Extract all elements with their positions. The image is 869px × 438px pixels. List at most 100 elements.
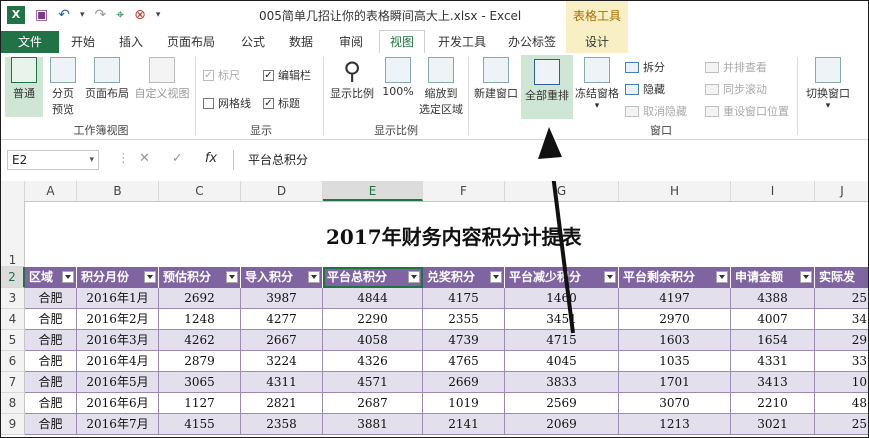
table-cell[interactable]: 29 [815, 330, 868, 351]
column-header-g[interactable]: G [505, 181, 619, 201]
table-header-cell[interactable]: 平台减少积分 [505, 267, 619, 288]
table-cell[interactable]: 3070 [619, 393, 731, 414]
arrange-all-button[interactable]: 全部重排 [521, 55, 573, 119]
table-cell[interactable]: 10 [815, 372, 868, 393]
tab-formulas[interactable]: 公式 [233, 31, 273, 53]
table-cell[interactable]: 合肥 [25, 288, 77, 309]
table-cell[interactable]: 1019 [423, 393, 505, 414]
name-box[interactable]: E2 ▾ [7, 150, 99, 170]
row-header-9[interactable]: 9 [1, 414, 25, 435]
row-header-4[interactable]: 4 [1, 309, 25, 330]
table-cell[interactable]: 2016年4月 [77, 351, 159, 372]
table-cell[interactable]: 3833 [505, 372, 619, 393]
undo-icon[interactable]: ↶ [58, 5, 70, 25]
table-cell[interactable]: 4007 [731, 309, 815, 330]
table-header-cell[interactable]: 导入积分 [241, 267, 323, 288]
row-header-6[interactable]: 6 [1, 351, 25, 372]
hide-button[interactable]: 隐藏 [625, 81, 665, 97]
table-cell[interactable]: 2355 [423, 309, 505, 330]
table-cell[interactable]: 4571 [323, 372, 423, 393]
formula-bar-checkbox[interactable]: ✓ 编辑栏 [263, 67, 311, 83]
table-cell[interactable]: 4844 [323, 288, 423, 309]
custom-views-button[interactable]: 自定义视图 [133, 57, 191, 117]
table-header-cell[interactable]: 预估积分 [159, 267, 241, 288]
filter-dropdown-icon[interactable] [226, 271, 238, 283]
table-cell[interactable]: 4326 [323, 351, 423, 372]
table-cell[interactable]: 4058 [323, 330, 423, 351]
table-cell[interactable]: 2569 [505, 393, 619, 414]
table-cell[interactable]: 4311 [241, 372, 323, 393]
filter-dropdown-icon[interactable] [308, 271, 320, 283]
table-cell[interactable]: 2016年6月 [77, 393, 159, 414]
page-break-preview-button[interactable]: 分页 预览 [45, 57, 81, 117]
column-header-c[interactable]: C [159, 181, 241, 201]
table-cell[interactable]: 合肥 [25, 372, 77, 393]
table-cell[interactable]: 4331 [731, 351, 815, 372]
table-cell[interactable]: 2821 [241, 393, 323, 414]
row-header-3[interactable]: 3 [1, 288, 25, 309]
table-cell[interactable]: 4765 [423, 351, 505, 372]
filter-dropdown-icon[interactable] [144, 271, 156, 283]
tab-insert[interactable]: 插入 [111, 31, 151, 53]
table-cell[interactable]: 2016年5月 [77, 372, 159, 393]
tab-file[interactable]: 文件 [1, 31, 59, 53]
clear-icon[interactable]: ⊗ [134, 5, 146, 25]
zoom-to-selection-button[interactable]: 缩放到 选定区域 [417, 57, 465, 117]
insert-function-icon[interactable]: fx [205, 151, 217, 166]
sync-scroll-button[interactable]: 同步滚动 [705, 81, 767, 97]
table-cell[interactable]: 4155 [159, 414, 241, 435]
zoom-100-button[interactable]: 100% [379, 57, 417, 117]
tab-view[interactable]: 视图 [379, 30, 425, 54]
tab-page-layout[interactable]: 页面布局 [159, 31, 223, 53]
column-header-e[interactable]: E [323, 181, 423, 201]
enter-icon[interactable]: ✓ [172, 151, 183, 166]
tab-data[interactable]: 数据 [281, 31, 321, 53]
dropdown-icon[interactable]: ▾ [80, 5, 85, 25]
table-cell[interactable]: 1603 [619, 330, 731, 351]
column-header-h[interactable]: H [619, 181, 731, 201]
switch-windows-button[interactable]: 切换窗口 ▾ [801, 57, 855, 117]
table-cell[interactable]: 4175 [423, 288, 505, 309]
column-header-a[interactable]: A [25, 181, 77, 201]
tab-home[interactable]: 开始 [61, 31, 105, 53]
table-header-cell[interactable]: 申请金额 [731, 267, 815, 288]
row-header-1[interactable]: 1 [1, 201, 25, 267]
table-cell[interactable]: 4045 [505, 351, 619, 372]
table-cell[interactable]: 2016年3月 [77, 330, 159, 351]
table-cell[interactable]: 3065 [159, 372, 241, 393]
freeze-panes-button[interactable]: 冻结窗格 ▾ [573, 57, 621, 117]
table-cell[interactable]: 2069 [505, 414, 619, 435]
table-cell[interactable]: 1460 [505, 288, 619, 309]
column-header-j[interactable]: J [815, 181, 868, 201]
filter-dropdown-icon[interactable] [490, 271, 502, 283]
new-window-button[interactable]: 新建窗口 [471, 57, 521, 117]
split-button[interactable]: 拆分 [625, 59, 665, 75]
column-header-f[interactable]: F [423, 181, 505, 201]
column-header-i[interactable]: I [731, 181, 815, 201]
table-cell[interactable]: 2970 [619, 309, 731, 330]
tab-office-tab[interactable]: 办公标签 [501, 31, 563, 53]
table-cell[interactable]: 2016年7月 [77, 414, 159, 435]
filter-dropdown-icon[interactable] [62, 271, 74, 283]
table-header-cell[interactable]: 实际发 [815, 267, 868, 288]
table-cell[interactable]: 合肥 [25, 393, 77, 414]
table-cell[interactable]: 1035 [619, 351, 731, 372]
tab-design[interactable]: 设计 [566, 31, 628, 53]
table-cell[interactable]: 2290 [323, 309, 423, 330]
table-cell[interactable]: 2687 [323, 393, 423, 414]
table-cell[interactable]: 4739 [423, 330, 505, 351]
table-cell[interactable]: 2141 [423, 414, 505, 435]
table-cell[interactable]: 3224 [241, 351, 323, 372]
table-cell[interactable]: 合肥 [25, 309, 77, 330]
table-cell[interactable]: 1654 [731, 330, 815, 351]
column-header-d[interactable]: D [241, 181, 323, 201]
table-cell[interactable]: 3881 [323, 414, 423, 435]
table-cell[interactable]: 4715 [505, 330, 619, 351]
table-cell[interactable]: 2358 [241, 414, 323, 435]
table-cell[interactable]: 1213 [619, 414, 731, 435]
table-cell[interactable]: 2016年2月 [77, 309, 159, 330]
save-icon[interactable]: ▣ [35, 5, 48, 25]
row-header-8[interactable]: 8 [1, 393, 25, 414]
table-cell[interactable]: 3987 [241, 288, 323, 309]
select-icon[interactable]: ⌖ [116, 5, 124, 25]
